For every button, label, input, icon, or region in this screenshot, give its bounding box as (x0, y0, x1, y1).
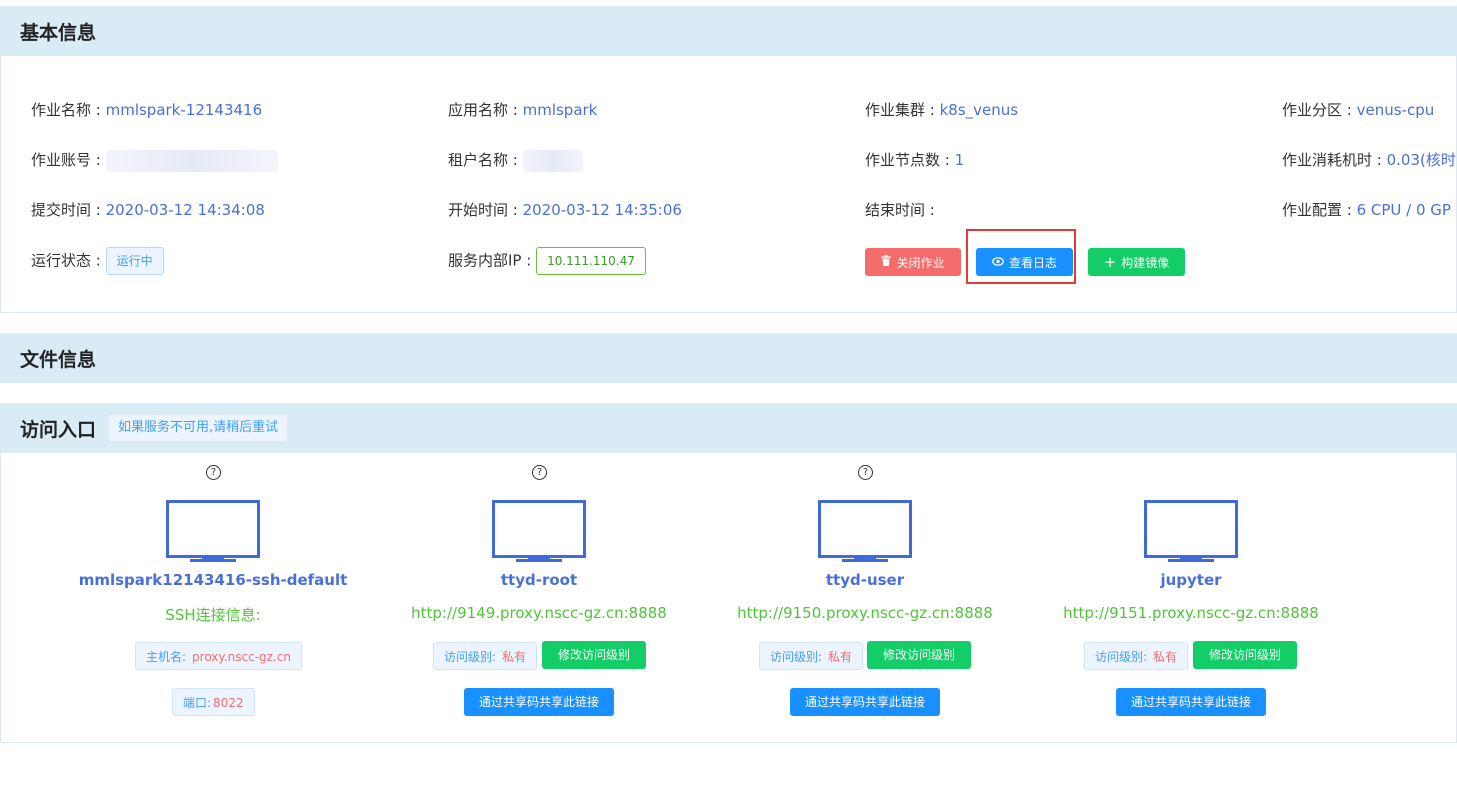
job-name-label: 作业名称 : (31, 101, 106, 119)
job-config-label: 作业配置 : (1282, 201, 1357, 219)
access-level-badge: 访问级别: 私有 (433, 642, 537, 670)
basic-info-title: 基本信息 (20, 21, 97, 44)
access-level-badge: 访问级别: 私有 (1084, 642, 1188, 670)
access-header: 访问入口 如果服务不可用,请稍后重试 (0, 403, 1457, 453)
job-account-label: 作业账号 : (31, 151, 106, 169)
status-badge: 运行中 (105, 247, 164, 275)
app-name-value: mmlspark (522, 101, 598, 119)
service-name[interactable]: ttyd-root (376, 571, 702, 589)
app-name: 应用名称 : mmlspark (448, 99, 597, 120)
retry-hint-badge: 如果服务不可用,请稍后重试 (108, 414, 289, 442)
build-image-label: 构建镜像 (1121, 255, 1170, 270)
submit-time: 提交时间 : 2020-03-12 14:34:08 (31, 199, 265, 220)
ssh-host-value: proxy.nscc-gz.cn (192, 650, 291, 664)
job-account-redacted (105, 149, 278, 172)
share-link-button[interactable]: 通过共享码共享此链接 (464, 688, 614, 716)
plus-icon: + (1103, 253, 1117, 271)
access-level-value: 私有 (502, 650, 527, 664)
end-time: 结束时间 : (865, 199, 935, 220)
share-link-button[interactable]: 通过共享码共享此链接 (1116, 688, 1266, 716)
modify-access-level-button[interactable]: 修改访问级别 (1193, 641, 1297, 669)
help-icon[interactable]: ? (532, 465, 547, 480)
monitor-icon (1144, 500, 1238, 562)
job-config: 作业配置 : 6 CPU / 0 GP (1282, 199, 1451, 220)
job-cluster-label: 作业集群 : (865, 101, 940, 119)
service-name[interactable]: ttyd-user (702, 571, 1028, 589)
job-partition-label: 作业分区 : (1282, 101, 1357, 119)
modify-access-level-button[interactable]: 修改访问级别 (867, 641, 971, 669)
end-time-label: 结束时间 : (865, 201, 935, 219)
submit-time-label: 提交时间 : (31, 201, 106, 219)
close-job-button[interactable]: 关闭作业 (865, 248, 961, 276)
modify-access-level-button[interactable]: 修改访问级别 (542, 641, 646, 669)
job-partition-value: venus-cpu (1356, 101, 1435, 119)
start-time-label: 开始时间 : (448, 201, 523, 219)
close-job-label: 关闭作业 (896, 255, 945, 270)
ssh-port-badge: 端口: 8022 (172, 688, 255, 716)
trash-icon (881, 255, 892, 269)
tenant-name: 租户名称 : (448, 149, 583, 172)
tenant-name-label: 租户名称 : (448, 151, 523, 169)
monitor-icon (166, 500, 260, 562)
job-node-count: 作业节点数 : 1 (865, 149, 964, 170)
service-ip-badge: 10.111.110.47 (536, 247, 646, 275)
share-link-button[interactable]: 通过共享码共享此链接 (790, 688, 940, 716)
job-partition: 作业分区 : venus-cpu (1282, 99, 1434, 120)
service-name[interactable]: jupyter (1028, 571, 1354, 589)
access-title: 访问入口 (20, 418, 97, 441)
job-core-hours: 作业消耗机时 : 0.03(核时 (1282, 149, 1456, 170)
job-core-hours-value: 0.03(核时 (1386, 151, 1456, 169)
ssh-info-label: SSH连接信息: (165, 606, 261, 624)
start-time-value: 2020-03-12 14:35:06 (522, 201, 682, 219)
app-name-label: 应用名称 : (448, 101, 523, 119)
ssh-host-label: 主机名: (146, 650, 187, 664)
file-info-title: 文件信息 (20, 348, 97, 371)
job-cluster: 作业集群 : k8s_venus (865, 99, 1018, 120)
file-info-header: 文件信息 (0, 333, 1457, 383)
job-cluster-value: k8s_venus (939, 101, 1019, 119)
ssh-port-value: 8022 (213, 696, 244, 710)
access-level-badge: 访问级别: 私有 (759, 642, 863, 670)
basic-info-header: 基本信息 (0, 6, 1457, 56)
monitor-icon (492, 500, 586, 562)
submit-time-value: 2020-03-12 14:34:08 (105, 201, 265, 219)
service-url-link[interactable]: http://9151.proxy.nscc-gz.cn:8888 (1028, 604, 1354, 622)
service-url-link[interactable]: http://9149.proxy.nscc-gz.cn:8888 (376, 604, 702, 622)
highlight-box (966, 229, 1076, 284)
access-level-label: 访问级别: (1095, 650, 1148, 664)
access-level-label: 访问级别: (444, 650, 497, 664)
job-node-count-value: 1 (954, 151, 965, 169)
tenant-name-redacted (522, 149, 583, 172)
access-level-value: 私有 (828, 650, 853, 664)
service-name[interactable]: mmlspark12143416-ssh-default (50, 571, 376, 589)
ssh-port-label: 端口: (183, 696, 212, 710)
monitor-icon (818, 500, 912, 562)
job-config-value: 6 CPU / 0 GP (1356, 201, 1451, 219)
run-status-label: 运行状态 : (31, 251, 106, 270)
run-status: 运行状态 : 运行中 (31, 247, 164, 275)
build-image-button[interactable]: + 构建镜像 (1088, 248, 1185, 276)
ssh-host-badge: 主机名: proxy.nscc-gz.cn (135, 642, 302, 670)
basic-info-panel (0, 56, 1457, 313)
help-icon[interactable]: ? (206, 465, 221, 480)
service-ip-label: 服务内部IP : (448, 251, 537, 270)
job-core-hours-label: 作业消耗机时 : (1282, 151, 1387, 169)
job-account: 作业账号 : (31, 149, 278, 172)
service-url-link[interactable]: http://9150.proxy.nscc-gz.cn:8888 (702, 604, 1028, 622)
start-time: 开始时间 : 2020-03-12 14:35:06 (448, 199, 682, 220)
service-ip: 服务内部IP : 10.111.110.47 (448, 247, 646, 275)
access-level-label: 访问级别: (770, 650, 823, 664)
access-level-value: 私有 (1153, 650, 1178, 664)
job-name-value: mmlspark-12143416 (105, 101, 263, 119)
job-name: 作业名称 : mmlspark-12143416 (31, 99, 262, 120)
help-icon[interactable]: ? (858, 465, 873, 480)
job-node-count-label: 作业节点数 : (865, 151, 955, 169)
